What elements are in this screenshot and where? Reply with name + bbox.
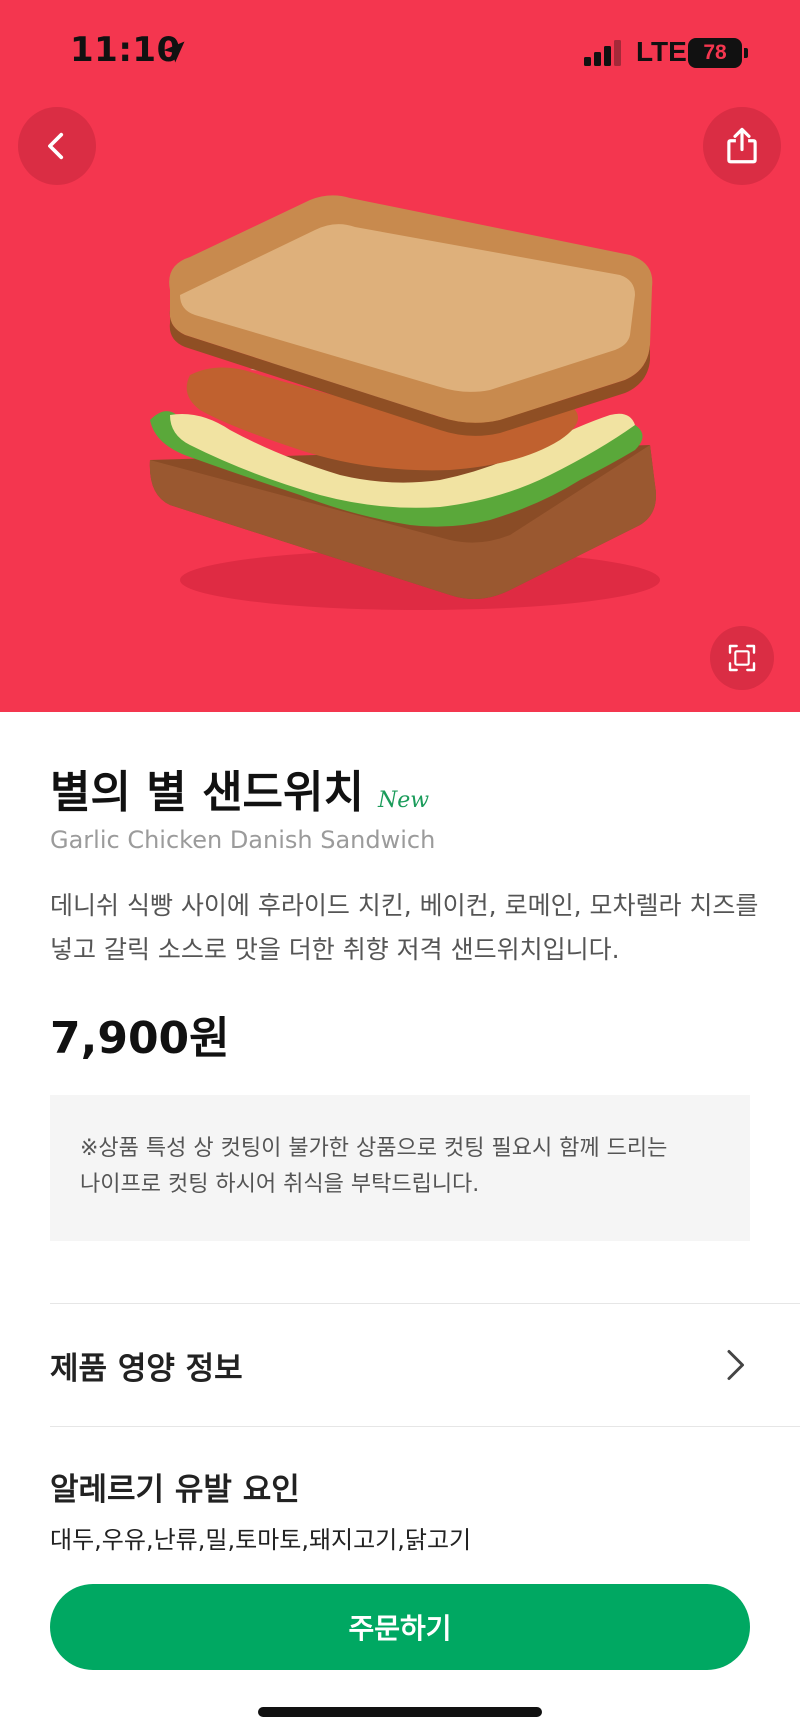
signal-icon (584, 40, 621, 66)
cutting-notice: ※상품 특성 상 컷팅이 불가한 상품으로 컷팅 필요시 함께 드리는 나이프로… (50, 1095, 750, 1241)
order-button[interactable]: 주문하기 (50, 1584, 750, 1670)
notice-text: ※상품 특성 상 컷팅이 불가한 상품으로 컷팅 필요시 함께 드리는 나이프로… (80, 1136, 668, 1197)
hero-image-area: 11:10 LTE 78 (0, 0, 800, 712)
status-bar: 11:10 LTE 78 (0, 0, 800, 110)
sandwich-image (149, 195, 660, 610)
product-english-name: Garlic Chicken Danish Sandwich (50, 826, 436, 854)
nutrition-info-label: 제품 영양 정보 (50, 1350, 243, 1387)
product-detail-screen: 11:10 LTE 78 별의 별 샌드위치 New Garlic Chicke… (0, 0, 800, 1732)
new-badge: New (378, 788, 430, 813)
battery-tip (744, 48, 748, 58)
product-description: 데니쉬 식빵 사이에 후라이드 치킨, 베이컨, 로메인, 모차렐라 치즈를 넣… (50, 891, 759, 964)
chevron-left-icon (48, 132, 64, 160)
bottom-action-bar: 주문하기 (0, 1554, 800, 1732)
fullscreen-button[interactable] (710, 626, 774, 690)
divider (50, 1426, 800, 1427)
nutrition-info-row[interactable]: 제품 영양 정보 (50, 1304, 750, 1426)
home-indicator (258, 1707, 542, 1717)
battery-level: 78 (688, 38, 742, 68)
product-title: 별의 별 샌드위치 (50, 767, 364, 818)
network-label: LTE (636, 36, 687, 67)
battery-icon: 78 (688, 38, 748, 68)
share-icon (727, 127, 757, 164)
chevron-right-icon (727, 1350, 744, 1380)
product-price: 7,900원 (50, 1013, 230, 1064)
fullscreen-icon (728, 644, 756, 672)
back-button[interactable] (18, 107, 96, 185)
title-row: 별의 별 샌드위치 New (50, 756, 429, 820)
allergy-title: 알레르기 유발 요인 (50, 1472, 300, 1508)
allergy-list: 대두,우유,난류,밀,토마토,돼지고기,닭고기 (50, 1526, 472, 1554)
share-button[interactable] (703, 107, 781, 185)
location-arrow-icon (163, 41, 185, 63)
